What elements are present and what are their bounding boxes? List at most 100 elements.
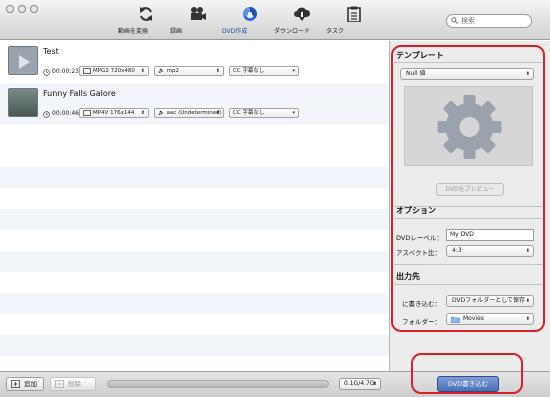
clipboard-icon (347, 6, 361, 22)
refresh-icon (140, 7, 152, 21)
write-to-label: に書き込む： (402, 300, 441, 308)
template-heading: テンプレート (396, 51, 444, 60)
subtitle-select[interactable]: CC 字幕なし ▾ (229, 66, 299, 76)
divider (394, 284, 544, 285)
file-duration: 00:00:23 (52, 68, 79, 75)
audio-format-value: aac (Undetermined) (166, 110, 222, 116)
video-thumbnail (8, 46, 38, 75)
disc-usage-bar (107, 380, 329, 388)
dvd-settings-panel: テンプレート Null 値 ⬍ DVDをプレビュー オプション DVDレーベル： … (389, 41, 550, 371)
speaker-icon: 🔈 (158, 68, 165, 74)
file-title: Funny Falls Galore (43, 89, 116, 98)
audio-format-select[interactable]: 🔈 mp2 ⬍ (154, 66, 224, 76)
delete-button-label: 削除 (68, 380, 81, 388)
disc-icon (243, 7, 257, 21)
zoom-window-button[interactable] (30, 5, 38, 13)
chevron-updown-icon: ⬍ (525, 248, 530, 254)
divider (394, 62, 544, 63)
subtitle-value: CC 字幕なし (233, 68, 265, 74)
file-list: Test 00:00:23 MPG2 720x480 ⬍ 🔈 mp2 ⬍ CC 字幕… (0, 41, 389, 371)
divider (394, 218, 544, 219)
write-to-value: DVDフォルダーとして保存 (452, 297, 526, 304)
folder-label: フォルダー： (402, 318, 441, 326)
chevron-down-icon: ▾ (292, 68, 295, 74)
disc-size-value: 0.1G/4.7G (344, 380, 375, 387)
clock-icon (43, 111, 50, 118)
search-field[interactable] (446, 14, 532, 28)
disc-size-select[interactable]: 0.1G/4.7G ⬍ (339, 378, 381, 390)
folder-icon (451, 316, 460, 323)
chevron-updown-icon: ⬍ (372, 381, 377, 387)
video-format-select[interactable]: MPG2 720x480 ⬍ (79, 66, 149, 76)
folder-select[interactable]: Movies ⬍ (446, 313, 534, 325)
chevron-down-icon: ▾ (292, 110, 295, 116)
options-heading: オプション (396, 206, 436, 215)
chevron-updown-icon: ⬍ (140, 68, 145, 74)
list-item[interactable]: Test 00:00:23 MPG2 720x480 ⬍ 🔈 mp2 ⬍ CC 字幕… (0, 41, 389, 83)
dvd-tab[interactable]: DVD作成 (222, 6, 278, 35)
list-stripe (0, 251, 389, 272)
minimize-window-button[interactable] (18, 5, 26, 13)
add-button-label: 追加 (24, 380, 37, 388)
video-format-value: MP4V 176x144 (93, 110, 135, 116)
chevron-updown-icon: ⬍ (525, 316, 530, 322)
video-thumbnail (8, 88, 38, 117)
chevron-updown-icon: ⬍ (140, 110, 145, 116)
window-controls (6, 5, 38, 13)
template-select[interactable]: Null 値 ⬍ (400, 68, 534, 80)
burn-dvd-button[interactable]: DVD書き込む (437, 376, 499, 392)
task-tab[interactable]: タスク (326, 6, 382, 35)
file-duration: 00:00:46 (52, 110, 79, 117)
folder-value: Movies (463, 315, 484, 322)
add-file-icon (11, 380, 20, 388)
download-tab[interactable]: ダウンロード (274, 6, 330, 35)
aspect-ratio-label: アスペクト比： (396, 249, 442, 257)
subtitle-value: CC 字幕なし (233, 110, 265, 116)
delete-button[interactable]: 削除 (50, 377, 96, 391)
convert-tab[interactable]: 動画を変換 (118, 6, 174, 35)
aspect-ratio-select[interactable]: 4:3 ⬍ (446, 245, 534, 257)
list-stripe (0, 209, 389, 230)
download-tab-label: ダウンロード (274, 28, 311, 35)
list-stripe (0, 293, 389, 314)
dvd-label-field[interactable]: My DVD (446, 229, 534, 241)
delete-file-icon (55, 380, 64, 388)
toolbar: 動画を変換 録画 DVD作成 ダウンロード タスク 検索 (0, 0, 550, 40)
template-select-value: Null 値 (406, 70, 426, 77)
bottom-bar: 追加 削除 0.1G/4.7G ⬍ DVD書き込む (0, 371, 550, 397)
chevron-updown-icon: ⬍ (215, 68, 220, 74)
preview-dvd-button[interactable]: DVDをプレビュー (436, 183, 504, 196)
add-button[interactable]: 追加 (6, 377, 44, 391)
record-tab[interactable]: 録画 (170, 6, 226, 35)
list-stripe (0, 167, 389, 188)
task-tab-label: タスク (326, 28, 345, 35)
divider (394, 264, 544, 265)
list-stripe (0, 335, 389, 356)
video-camera-icon (191, 7, 206, 20)
write-to-select[interactable]: DVDフォルダーとして保存 ⬍ (446, 295, 534, 307)
video-format-value: MPG2 720x480 (93, 68, 135, 74)
film-icon (83, 109, 91, 116)
dvd-label-label: DVDレーベル： (396, 234, 443, 242)
film-icon (83, 67, 91, 74)
audio-format-value: mp2 (166, 68, 179, 74)
aspect-ratio-value: 4:3 (452, 247, 462, 254)
cloud-download-icon (294, 7, 311, 21)
subtitle-select[interactable]: CC 字幕なし ▾ (229, 108, 299, 118)
chevron-updown-icon: ⬍ (525, 71, 530, 77)
search-input[interactable] (461, 17, 527, 25)
convert-tab-label: 動画を変換 (118, 28, 149, 35)
speaker-icon: 🔈 (158, 110, 165, 116)
search-icon (451, 17, 458, 24)
audio-format-select[interactable]: 🔈 aac (Undetermined) ⬍ (154, 108, 224, 118)
clock-icon (43, 69, 50, 76)
record-tab-label: 録画 (170, 28, 183, 35)
video-format-select[interactable]: MP4V 176x144 ⬍ (79, 108, 149, 118)
file-title: Test (43, 47, 59, 56)
dvd-tab-label: DVD作成 (222, 28, 248, 35)
list-item[interactable]: Funny Falls Galore 00:00:46 MP4V 176x144… (0, 83, 389, 125)
template-preview (404, 86, 533, 166)
gear-icon (437, 95, 502, 159)
close-window-button[interactable] (6, 5, 14, 13)
play-icon (19, 55, 30, 69)
